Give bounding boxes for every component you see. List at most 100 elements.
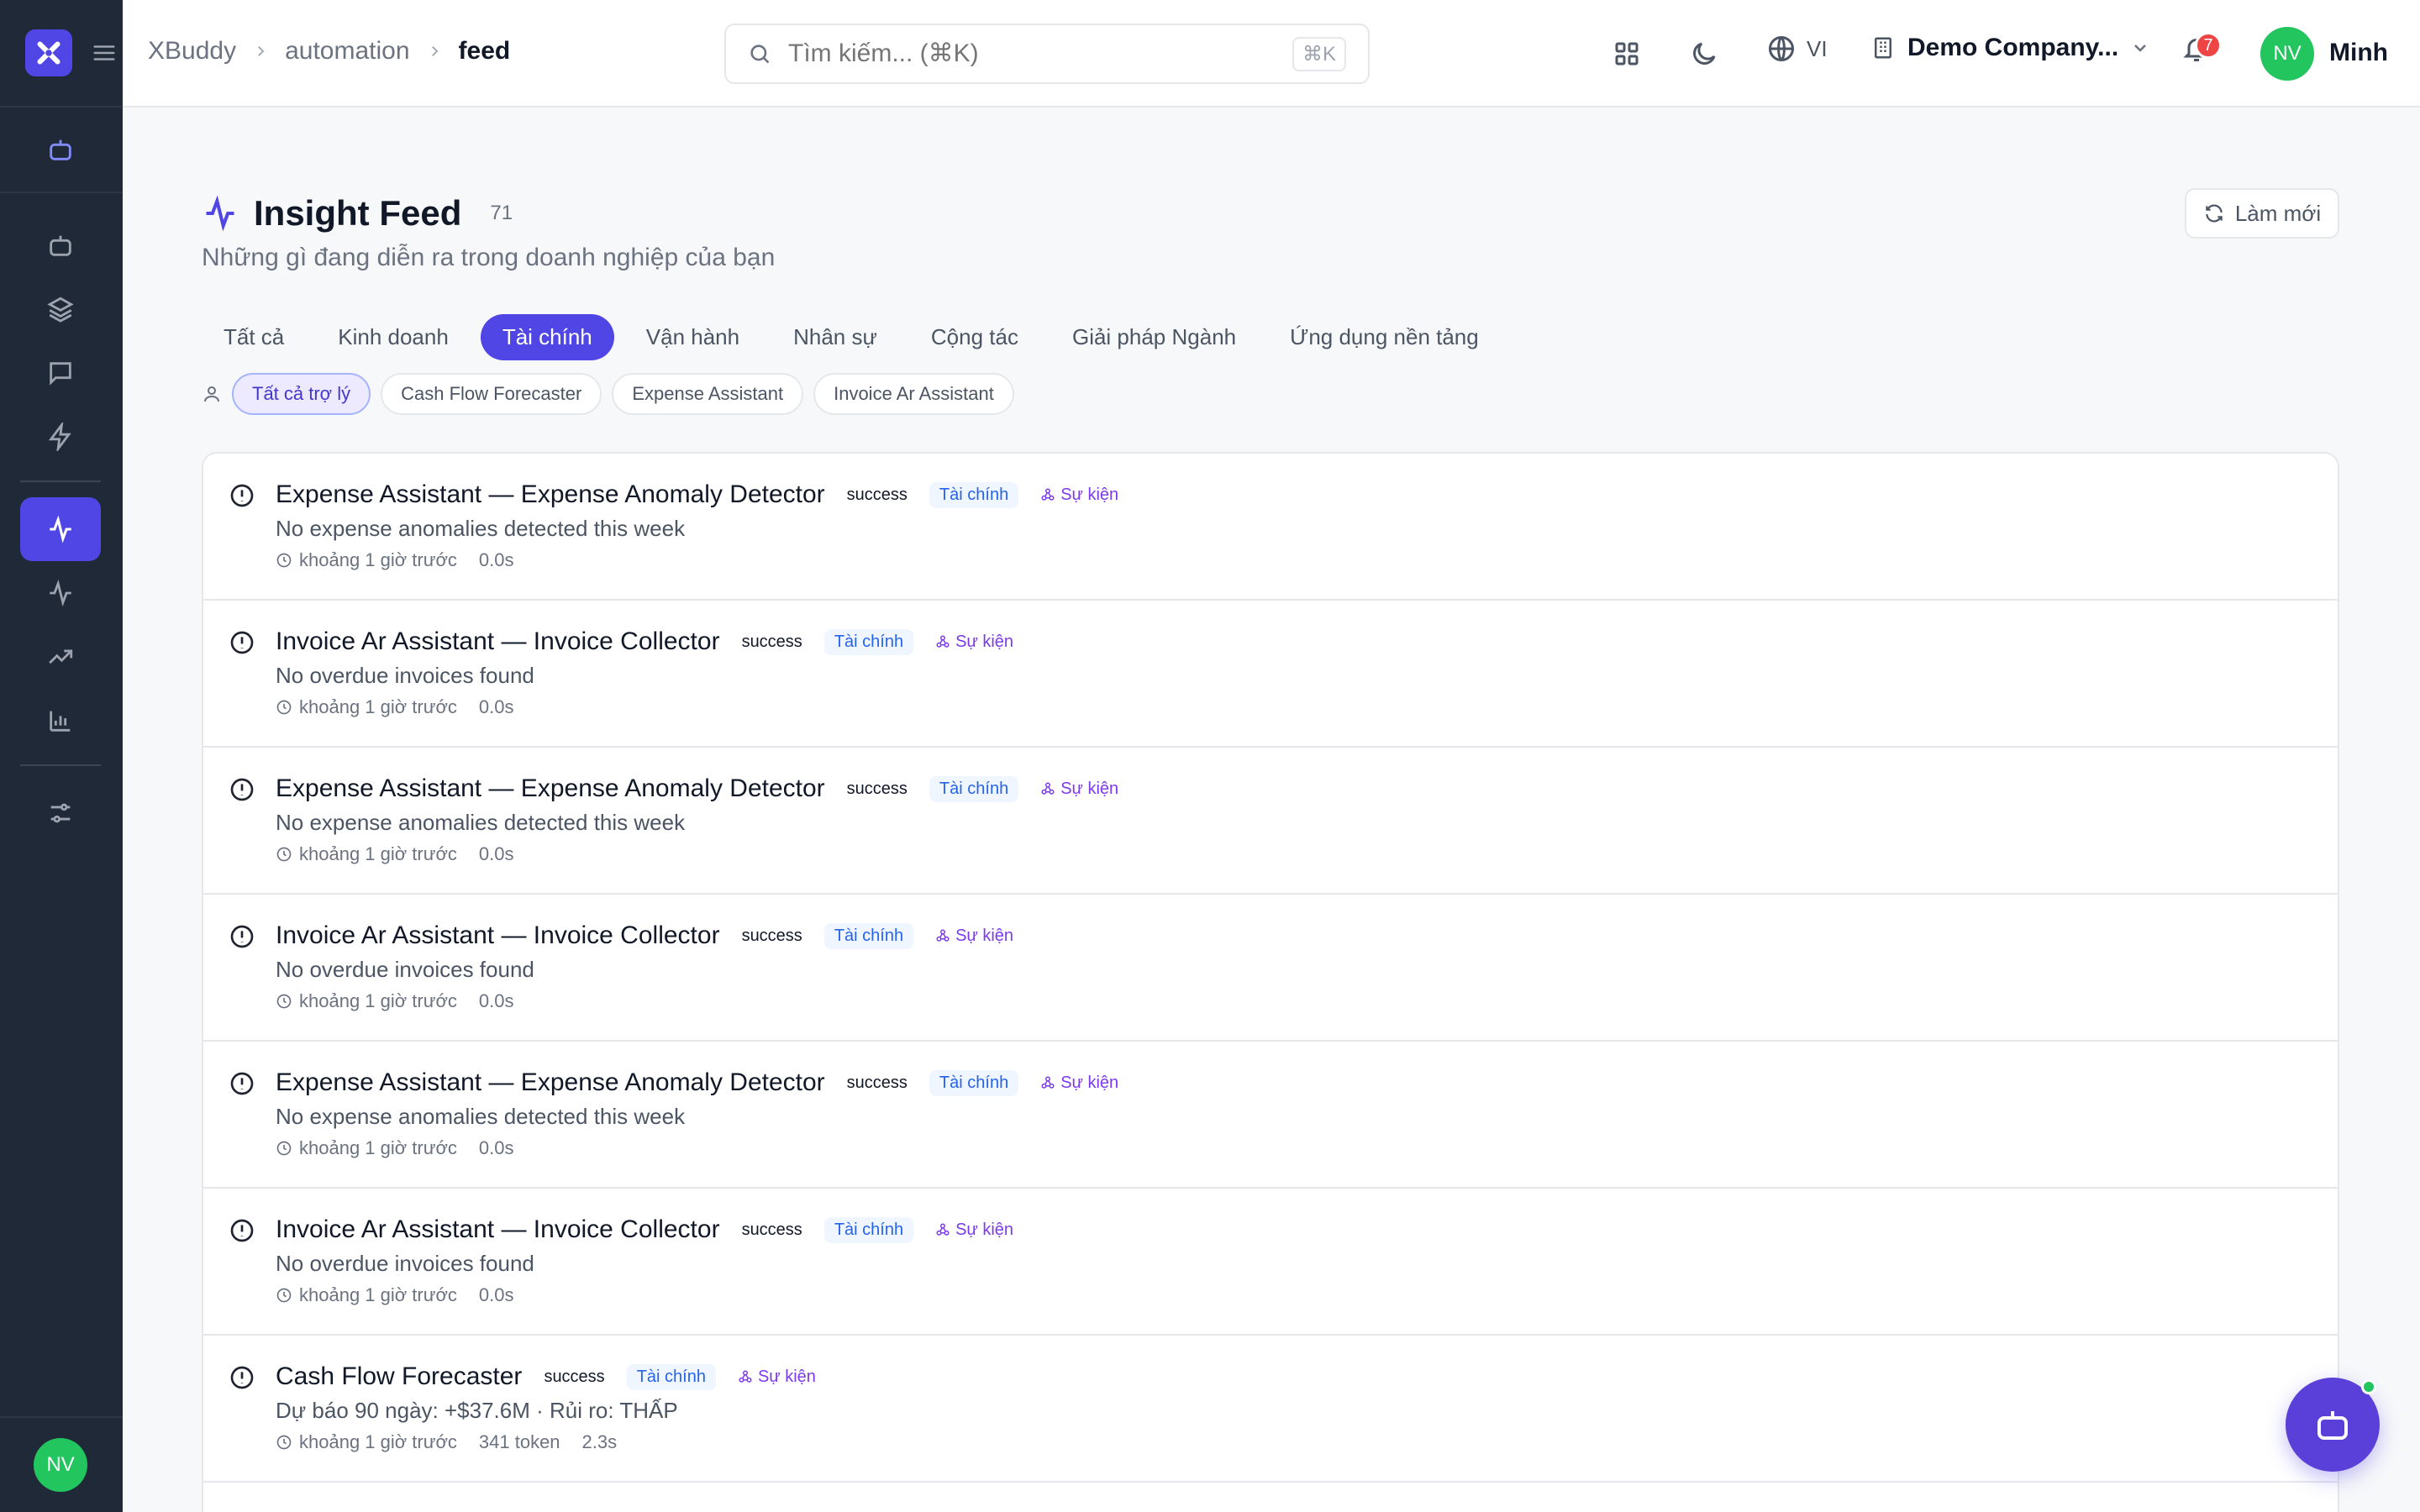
feed-item-description: No expense anomalies detected this week — [276, 516, 686, 541]
status-badge: success — [741, 926, 802, 945]
event-label: Sự kiện — [1060, 485, 1119, 504]
sidebar-item-agents[interactable] — [20, 213, 101, 277]
sidebar-item-feed[interactable] — [20, 497, 101, 561]
tab-platform-apps[interactable]: Ứng dụng nền tảng — [1268, 314, 1501, 360]
feed-item-title[interactable]: Cash Flow Forecaster — [276, 1362, 522, 1391]
alert-circle-icon — [230, 1219, 254, 1242]
sidebar-item-bot[interactable] — [20, 118, 101, 181]
duration: 0.0s — [478, 1284, 514, 1305]
logo-icon — [37, 41, 60, 65]
feed-item-header: Cash Flow Forecaster success Tài chính S… — [276, 1362, 816, 1391]
duration: 0.0s — [478, 843, 514, 864]
category-badge: Tài chính — [823, 628, 914, 655]
chip-cash-flow-forecaster[interactable]: Cash Flow Forecaster — [381, 373, 602, 415]
activity-icon — [50, 515, 71, 543]
sliders-icon — [50, 803, 71, 823]
feed-item-title[interactable]: Invoice Ar Assistant — Invoice Collector — [276, 1215, 720, 1244]
webhook-icon — [739, 1370, 752, 1383]
webhook-icon — [1041, 488, 1055, 501]
category-tabs: Tất cả Kinh doanh Tài chính Vận hành Nhâ… — [202, 314, 1501, 360]
page-title: Insight Feed — [254, 193, 462, 233]
feed-item-title[interactable]: Expense Assistant — Expense Anomaly Dete… — [276, 774, 825, 803]
language-switcher[interactable]: VI — [1766, 34, 1828, 64]
timestamp: khoảng 1 giờ trước — [276, 549, 457, 571]
sidebar-item-settings[interactable] — [20, 781, 101, 845]
assistant-filter: Tất cả trợ lý Cash Flow Forecaster Expen… — [202, 373, 1014, 415]
user-name[interactable]: Minh — [2329, 39, 2388, 67]
refresh-icon — [2206, 204, 2223, 223]
sidebar-item-pulse[interactable] — [20, 561, 101, 625]
menu-toggle-button[interactable] — [87, 36, 121, 70]
alert-circle-icon — [230, 631, 254, 654]
pulse-icon — [50, 579, 71, 607]
sidebar-item-reports[interactable] — [20, 689, 101, 753]
category-badge: Tài chính — [626, 1363, 716, 1390]
status-badge: success — [544, 1367, 605, 1386]
timestamp: khoảng 1 giờ trước — [276, 1284, 457, 1306]
moon-icon — [1693, 42, 1716, 65]
alert-circle-icon — [230, 1366, 254, 1389]
app-logo[interactable] — [25, 29, 72, 76]
tab-all[interactable]: Tất cả — [202, 314, 306, 360]
clock-icon — [276, 1435, 292, 1450]
chip-invoice-ar-assistant[interactable]: Invoice Ar Assistant — [813, 373, 1014, 415]
feed-item[interactable]: Expense Assistant — Expense Anomaly Dete… — [203, 454, 2338, 601]
feed-item-title[interactable]: Invoice Ar Assistant — Invoice Collector — [276, 627, 720, 656]
tab-operations[interactable]: Vận hành — [624, 314, 761, 360]
event-badge: Sự kiện — [1040, 1074, 1118, 1093]
chevron-right-icon — [431, 46, 438, 56]
event-label: Sự kiện — [955, 632, 1014, 651]
category-badge: Tài chính — [929, 481, 1019, 508]
feed-item[interactable]: Invoice Ar Assistant — Invoice Collector… — [203, 895, 2338, 1042]
tab-business[interactable]: Kinh doanh — [316, 314, 471, 360]
clock-icon — [276, 700, 292, 715]
feed-item-meta: khoảng 1 giờ trước 0.0s — [276, 696, 514, 718]
feed-item[interactable]: Cash Flow Forecaster success Tài chính S… — [203, 1336, 2338, 1483]
event-badge: Sự kiện — [935, 1221, 1013, 1240]
breadcrumb-item[interactable]: XBuddy — [148, 37, 236, 66]
feed-item-title[interactable]: Expense Assistant — Expense Anomaly Dete… — [276, 480, 825, 509]
timestamp-text: khoảng 1 giờ trước — [299, 549, 457, 570]
status-badge: success — [741, 632, 802, 651]
company-name: Demo Company... — [1907, 34, 2119, 61]
tab-finance[interactable]: Tài chính — [480, 314, 614, 360]
timestamp-text: khoảng 1 giờ trước — [299, 1431, 457, 1452]
status-badge: success — [741, 1220, 802, 1239]
clock-icon — [276, 847, 292, 862]
sidebar-item-trends[interactable] — [20, 625, 101, 689]
refresh-button[interactable]: Làm mới — [2185, 188, 2339, 239]
search-box[interactable]: ⌘K — [724, 24, 1370, 84]
sidebar-divider — [20, 764, 101, 766]
sidebar-item-chat[interactable] — [20, 341, 101, 405]
company-switcher[interactable]: Demo Company... — [1870, 34, 2150, 62]
sidebar-divider — [0, 1416, 123, 1418]
search-input[interactable] — [788, 39, 1276, 68]
feed-item-description: No expense anomalies detected this week — [276, 1104, 686, 1129]
feed-item[interactable]: Invoice Ar Assistant — Invoice Collector… — [203, 601, 2338, 748]
tab-hr[interactable]: Nhân sự — [771, 314, 899, 360]
sidebar-item-layers[interactable] — [20, 277, 101, 341]
sidebar-avatar[interactable]: NV — [34, 1438, 87, 1492]
chat-icon — [50, 362, 71, 386]
clock-icon — [276, 1288, 292, 1303]
category-badge: Tài chính — [823, 922, 914, 949]
theme-toggle-button[interactable] — [1684, 34, 1724, 74]
tab-industry-solutions[interactable]: Giải pháp Ngành — [1050, 314, 1258, 360]
chip-all-assistants[interactable]: Tất cả trợ lý — [232, 373, 371, 415]
feed-item[interactable]: Expense Assistant — Expense Anomaly Dete… — [203, 748, 2338, 895]
breadcrumb-item[interactable]: automation — [285, 37, 409, 66]
event-badge: Sự kiện — [935, 633, 1013, 652]
tab-collaboration[interactable]: Cộng tác — [909, 314, 1040, 360]
duration: 0.0s — [478, 696, 514, 717]
alert-circle-icon — [230, 778, 254, 801]
sidebar-item-automation[interactable] — [20, 405, 101, 469]
feed-item-title[interactable]: Expense Assistant — Expense Anomaly Dete… — [276, 1068, 825, 1097]
feed-item[interactable]: Expense Assistant — Expense Anomaly Dete… — [203, 1042, 2338, 1189]
webhook-icon — [1041, 782, 1055, 795]
feed-item-title[interactable]: Invoice Ar Assistant — Invoice Collector — [276, 921, 720, 950]
user-avatar[interactable]: NV — [2260, 27, 2314, 81]
feed-item[interactable]: Invoice Ar Assistant — Invoice Collector… — [203, 1189, 2338, 1336]
feed-item-meta: khoảng 1 giờ trước 0.0s — [276, 549, 514, 571]
apps-button[interactable] — [1607, 34, 1647, 74]
chip-expense-assistant[interactable]: Expense Assistant — [612, 373, 804, 415]
